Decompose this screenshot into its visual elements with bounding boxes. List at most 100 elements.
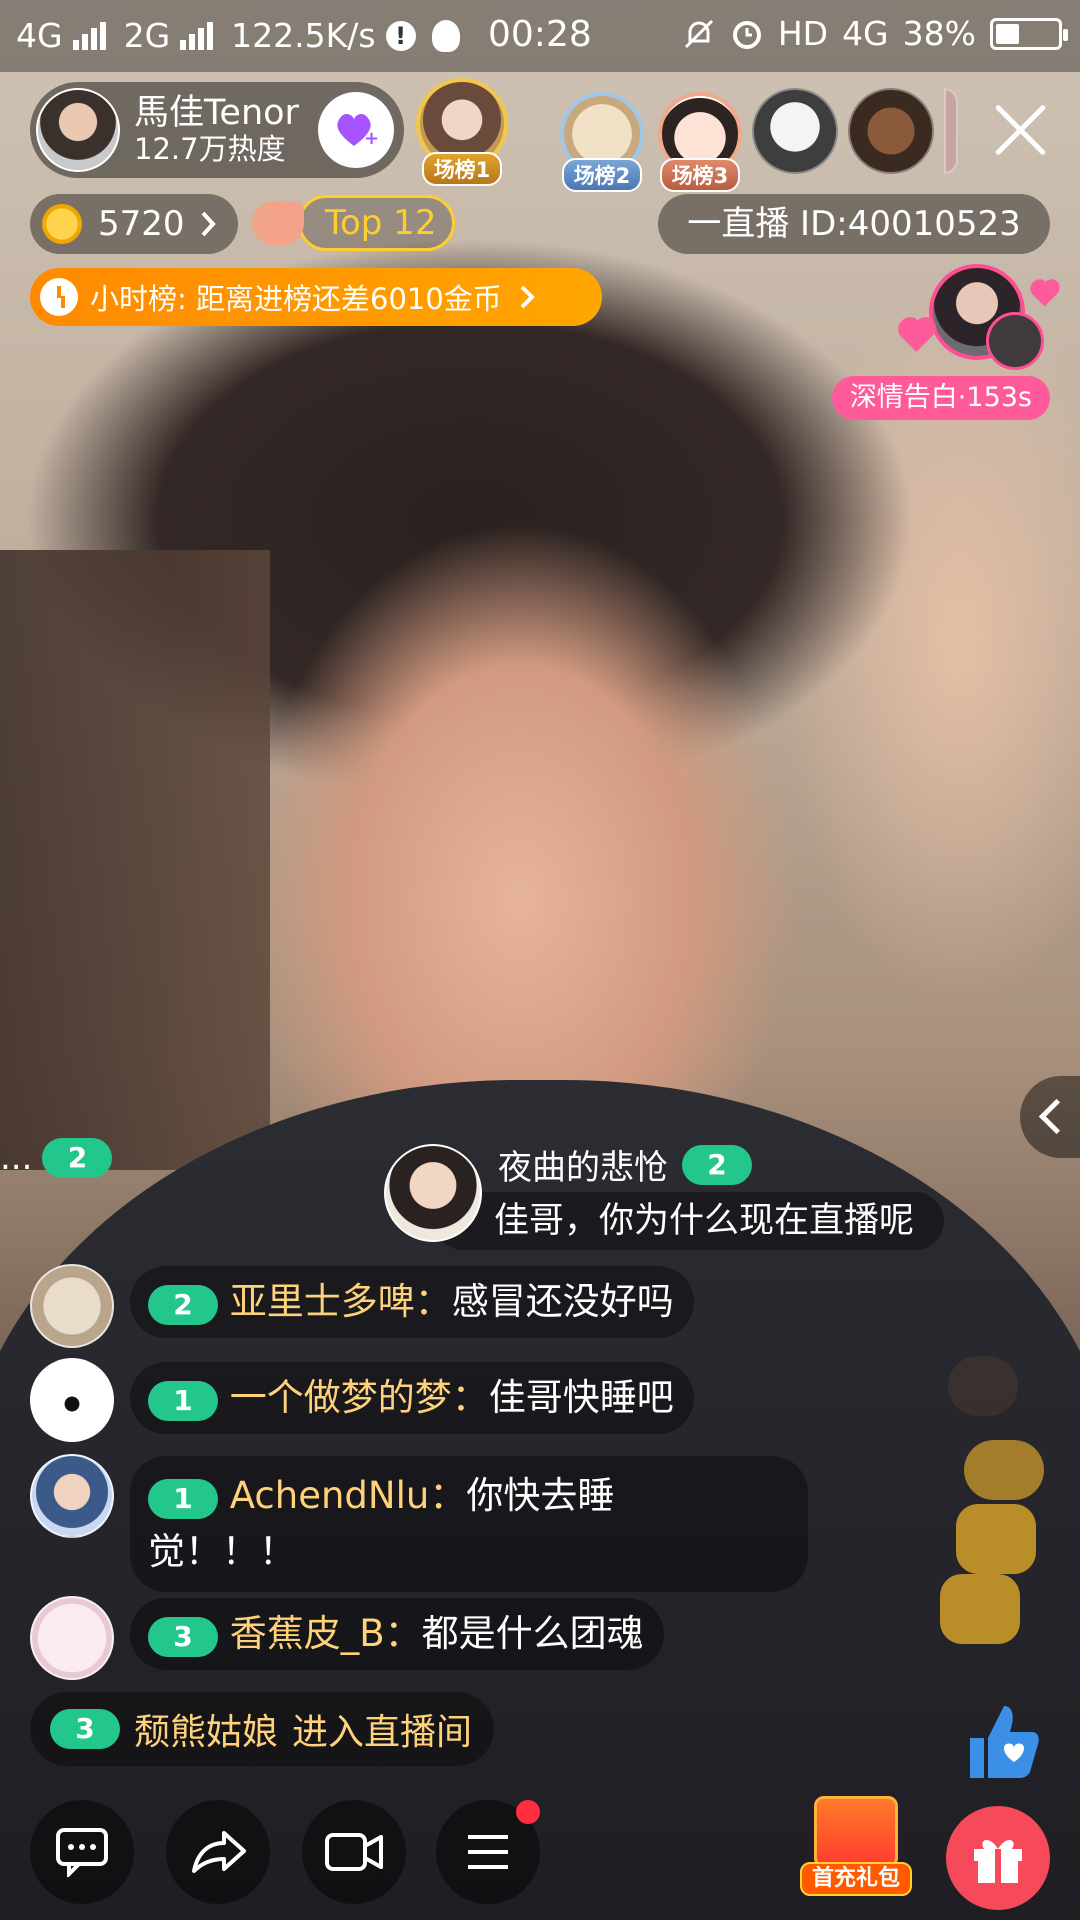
clock-icon: [40, 278, 78, 316]
camera-button[interactable]: [302, 1800, 406, 1904]
top-rank-label: Top 12: [298, 195, 456, 251]
rank-badge-3[interactable]: 场榜3: [658, 92, 742, 192]
level-badge: 2: [42, 1138, 113, 1178]
network-label-3: 4G: [842, 14, 889, 53]
chat-text: 都是什么团魂: [421, 1612, 644, 1655]
confession-widget[interactable]: [901, 264, 1058, 370]
gift-button[interactable]: [946, 1806, 1050, 1910]
featured-message[interactable]: 夜曲的悲怆 2 佳哥，你为什么现在直播呢: [384, 1140, 992, 1250]
chat-avatar[interactable]: [30, 1358, 114, 1442]
hand-icon: [252, 201, 304, 245]
chat-message: 3 香蕉皮_B：都是什么团魂: [130, 1598, 664, 1670]
chat-button[interactable]: [30, 1800, 134, 1904]
rank-label: 场榜3: [659, 158, 741, 192]
chat-message: 1 一个做梦的梦：佳哥快睡吧: [130, 1362, 694, 1434]
signal-icon: [180, 21, 214, 50]
level-badge: 2: [148, 1285, 218, 1325]
notification-dot: [516, 1800, 540, 1824]
room-id: 一直播 ID:40010523: [658, 194, 1050, 254]
level-badge: 1: [148, 1479, 218, 1519]
clock-time: 00:28: [488, 14, 592, 55]
chat-user: 一个做梦的梦：: [229, 1376, 489, 1419]
level-badge: 3: [148, 1617, 218, 1657]
heart-icon: [901, 320, 933, 352]
chat-ellipsis: ...: [0, 1138, 33, 1178]
chat-text-continued: 觉！！！: [148, 1530, 296, 1573]
level-badge: 2: [682, 1144, 752, 1185]
first-recharge-label: 首充礼包: [800, 1862, 912, 1896]
chat-user: 亚里士多啤：: [229, 1280, 452, 1323]
chat-text: 佳哥快睡吧: [488, 1376, 674, 1419]
host-info-pill[interactable]: 馬佳Tenor 12.7万热度 +: [30, 82, 404, 178]
chat-text: 你快去睡: [466, 1474, 615, 1517]
featured-text: 佳哥，你为什么现在直播呢: [494, 1201, 915, 1241]
vpn-icon: [431, 19, 460, 52]
coin-balance-pill[interactable]: 5720: [30, 194, 238, 254]
rank-badge-2[interactable]: 场榜2: [560, 92, 644, 192]
rank-badge-1[interactable]: 场榜1: [416, 78, 508, 186]
alarm-icon: [732, 20, 761, 49]
join-user: 颓熊姑娘: [134, 1712, 279, 1753]
chat-text: 感冒还没好吗: [451, 1280, 674, 1323]
chat-message: 1 AchendNlu：你快去睡 觉！！！: [130, 1456, 808, 1592]
host-heat: 12.7万热度: [134, 132, 286, 167]
featured-avatar[interactable]: [384, 1144, 482, 1242]
follow-heart-icon: +: [337, 114, 378, 149]
confession-label[interactable]: 深情告白·153s: [831, 376, 1050, 420]
hourly-rank-pill[interactable]: 小时榜: 距离进榜还差6010金币: [30, 268, 602, 326]
featured-user: 夜曲的悲怆: [498, 1148, 668, 1188]
floating-heart: [964, 1440, 1044, 1500]
status-bar: 4G 2G 122.5K/s ! 00:28 HD 4G 38%: [0, 0, 1080, 72]
level-badge: 1: [148, 1381, 218, 1421]
battery-percent: 38%: [902, 14, 976, 53]
viewer-avatar[interactable]: [944, 88, 958, 174]
chat-user: AchendNlu：: [229, 1474, 467, 1517]
level-badge: 3: [50, 1709, 120, 1749]
close-icon[interactable]: [990, 100, 1050, 160]
share-button[interactable]: [166, 1800, 270, 1904]
confession-small-avatar: [986, 312, 1044, 370]
network-speed: 122.5K/s: [231, 16, 376, 55]
coin-amount: 5720: [98, 204, 185, 244]
thumbs-up-icon: [940, 1574, 1020, 1644]
chat-truncated: ... 2: [0, 1138, 113, 1178]
network-label-2: 2G: [123, 16, 171, 55]
coin-icon: [42, 204, 82, 244]
join-notice: 3 颓熊姑娘 进入直播间: [30, 1692, 495, 1766]
chat-user: 香蕉皮_B：: [229, 1612, 422, 1655]
exclamation-icon: !: [385, 20, 416, 51]
chevron-right-icon: [520, 285, 535, 309]
thumbs-up-icon: [956, 1504, 1036, 1574]
chat-avatar[interactable]: [30, 1454, 114, 1538]
host-avatar[interactable]: [36, 88, 120, 172]
battery-icon: [990, 17, 1068, 50]
chat-icon: [56, 1828, 108, 1877]
thumbs-up-icon[interactable]: [960, 1698, 1040, 1782]
gift-box-icon: [814, 1796, 898, 1868]
host-name: 馬佳Tenor: [134, 93, 299, 134]
svg-text:+: +: [364, 128, 378, 149]
chat-message: 2 亚里士多啤：感冒还没好吗: [130, 1266, 694, 1338]
chevron-right-icon: [201, 211, 216, 237]
signal-icon: [72, 21, 106, 50]
hd-label: HD: [777, 14, 829, 53]
first-recharge-button[interactable]: 首充礼包: [800, 1796, 912, 1896]
mute-icon: [684, 19, 713, 48]
floating-heart: [948, 1356, 1018, 1416]
background-wall: [0, 550, 270, 1170]
viewer-avatar[interactable]: [848, 88, 934, 174]
chat-avatar[interactable]: [30, 1596, 114, 1680]
join-text: 进入直播间: [292, 1712, 473, 1753]
rank-label: 场榜2: [561, 158, 643, 192]
chat-avatar[interactable]: [30, 1264, 114, 1348]
viewer-avatar[interactable]: [752, 88, 838, 174]
share-icon: [192, 1831, 246, 1873]
featured-bubble: 佳哥，你为什么现在直播呢: [434, 1192, 945, 1250]
hourly-rank-text: 小时榜: 距离进榜还差6010金币: [90, 282, 502, 316]
top-rank-pill[interactable]: Top 12: [252, 192, 456, 254]
camera-icon: [325, 1833, 383, 1871]
menu-icon: [468, 1835, 508, 1869]
gift-icon: [974, 1839, 1022, 1883]
follow-button[interactable]: +: [318, 92, 394, 168]
network-label-1: 4G: [16, 16, 63, 55]
